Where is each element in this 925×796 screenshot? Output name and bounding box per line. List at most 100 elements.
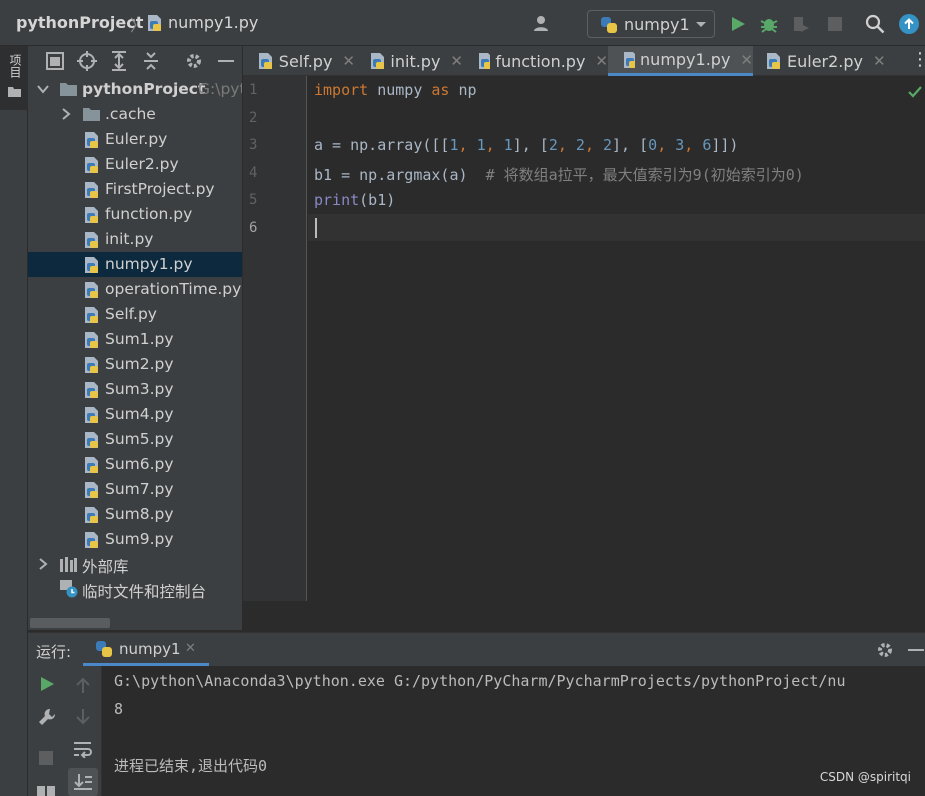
stop-button[interactable] <box>824 13 846 35</box>
tree-item-file[interactable]: Sum6.py <box>28 452 242 477</box>
line-number: 4 <box>249 165 258 181</box>
debug-button[interactable] <box>758 13 780 35</box>
python-file-icon <box>371 53 384 69</box>
tree-item-file[interactable]: Sum1.py <box>28 327 242 352</box>
horizontal-scrollbar[interactable] <box>30 618 110 628</box>
editor-tab-bar: Self.py ✕ init.py ✕ function.py ✕ numpy1.py… <box>243 46 925 76</box>
tree-item-file[interactable]: Euler2.py <box>28 152 242 177</box>
tab-numpy1[interactable]: numpy1.py ✕ <box>608 46 753 76</box>
tree-item-external-libraries[interactable]: 外部库 <box>28 552 242 577</box>
close-icon[interactable]: ✕ <box>740 51 753 69</box>
tree-item-cache[interactable]: .cache <box>28 102 242 127</box>
code-line-1: import numpy as np <box>314 81 477 99</box>
text-caret <box>315 218 317 238</box>
tree-item-label: Sum6.py <box>105 455 174 473</box>
tree-item-file[interactable]: init.py <box>28 227 242 252</box>
tree-item-label: Sum2.py <box>105 355 174 373</box>
tree-root-label: pythonProject <box>82 80 206 98</box>
run-coverage-icon <box>794 17 809 32</box>
run-panel-label: 运行: <box>36 643 72 661</box>
tree-item-label: operationTime.py <box>105 280 242 298</box>
close-icon[interactable]: ✕ <box>873 52 886 70</box>
run-toolbar-secondary <box>66 666 102 796</box>
more-tabs-icon[interactable]: ⋮ <box>911 50 925 70</box>
run-console[interactable]: G:\python\Anaconda3\python.exe G:/python… <box>102 666 925 796</box>
python-file-icon <box>85 482 98 498</box>
tab-label: function.py <box>495 51 586 71</box>
tree-item-file[interactable]: Self.py <box>28 302 242 327</box>
coverage-button[interactable] <box>790 13 812 35</box>
folder-icon <box>60 83 77 96</box>
tree-item-file[interactable]: Sum5.py <box>28 427 242 452</box>
expand-all-icon[interactable] <box>110 51 128 71</box>
tree-item-label: 临时文件和控制台 <box>82 583 207 601</box>
breadcrumb-file[interactable]: numpy1.py <box>168 13 258 32</box>
console-line: 8 <box>114 700 124 718</box>
python-file-icon <box>85 132 98 148</box>
run-configuration-selector[interactable]: numpy1 <box>587 10 715 38</box>
project-tool-button[interactable]: 项目 <box>0 46 28 110</box>
minimize-icon[interactable] <box>218 60 234 63</box>
tree-item-file[interactable]: Euler.py <box>28 127 242 152</box>
line-number-gutter: 1 2 3 4 5 6 <box>243 76 307 601</box>
arrow-up-icon[interactable] <box>75 676 91 694</box>
library-icon <box>60 557 77 572</box>
stop-icon <box>828 17 842 31</box>
tab-euler2[interactable]: Euler2.py ✕ <box>753 46 887 76</box>
python-file-icon <box>85 332 98 348</box>
folder-icon <box>83 108 100 121</box>
tree-item-file[interactable]: Sum9.py <box>28 527 242 552</box>
collapse-all-icon[interactable] <box>142 51 160 71</box>
tool-window-strip: 项目 <box>0 46 28 796</box>
tree-item-label: Euler.py <box>105 130 168 148</box>
project-view-icon[interactable] <box>46 52 64 70</box>
tree-item-file[interactable]: function.py <box>28 202 242 227</box>
code-editor[interactable]: import numpy as np a = np.array([[1, 1, … <box>308 76 925 601</box>
gear-icon[interactable] <box>876 641 894 659</box>
update-button[interactable] <box>898 13 920 35</box>
close-icon[interactable]: ✕ <box>342 52 355 70</box>
tree-item-file[interactable]: Sum2.py <box>28 352 242 377</box>
breadcrumb-project[interactable]: pythonProject <box>16 13 143 32</box>
tab-function[interactable]: function.py ✕ <box>463 46 608 76</box>
tree-item-file[interactable]: Sum3.py <box>28 377 242 402</box>
tab-label: numpy1.py <box>640 50 731 69</box>
wrench-icon[interactable] <box>37 707 57 727</box>
tree-root-row[interactable]: pythonProject G:\pyt <box>28 77 242 102</box>
close-icon[interactable]: ✕ <box>595 52 608 70</box>
python-file-icon <box>624 51 636 68</box>
tab-self[interactable]: Self.py ✕ <box>243 46 355 76</box>
python-file-icon <box>85 307 98 323</box>
tree-item-label: Sum8.py <box>105 505 174 523</box>
tree-item-file[interactable]: Sum8.py <box>28 502 242 527</box>
tab-init[interactable]: init.py ✕ <box>355 46 463 76</box>
user-icon[interactable] <box>532 13 554 35</box>
soft-wrap-icon[interactable] <box>73 740 93 758</box>
close-icon[interactable]: ✕ <box>450 52 463 70</box>
bug-icon <box>760 19 778 33</box>
tree-item-file[interactable]: numpy1.py <box>28 252 242 277</box>
tree-item-scratches[interactable]: 临时文件和控制台 <box>28 577 242 602</box>
tree-item-file[interactable]: FirstProject.py <box>28 177 242 202</box>
python-icon <box>96 641 112 657</box>
arrow-down-icon[interactable] <box>75 708 91 726</box>
editor-bottom-area <box>243 601 925 631</box>
python-file-icon <box>85 407 98 423</box>
close-icon[interactable]: ✕ <box>185 641 196 656</box>
locate-icon[interactable] <box>77 51 97 71</box>
rerun-icon[interactable] <box>39 676 55 692</box>
tree-item-file[interactable]: operationTime.py <box>28 277 242 302</box>
tree-item-file[interactable]: Sum7.py <box>28 477 242 502</box>
tree-item-label: function.py <box>105 205 193 223</box>
layout-icon[interactable] <box>37 786 57 796</box>
python-file-icon <box>85 157 98 173</box>
minimize-icon[interactable] <box>908 649 924 652</box>
run-button[interactable] <box>727 13 749 35</box>
run-tab-numpy1[interactable]: numpy1 ✕ <box>83 632 209 666</box>
search-button[interactable] <box>864 13 886 35</box>
python-icon <box>601 17 617 33</box>
tree-item-file[interactable]: Sum4.py <box>28 402 242 427</box>
scroll-to-end-button[interactable] <box>68 768 98 796</box>
stop-icon[interactable] <box>39 751 53 765</box>
gear-icon[interactable] <box>185 52 203 70</box>
